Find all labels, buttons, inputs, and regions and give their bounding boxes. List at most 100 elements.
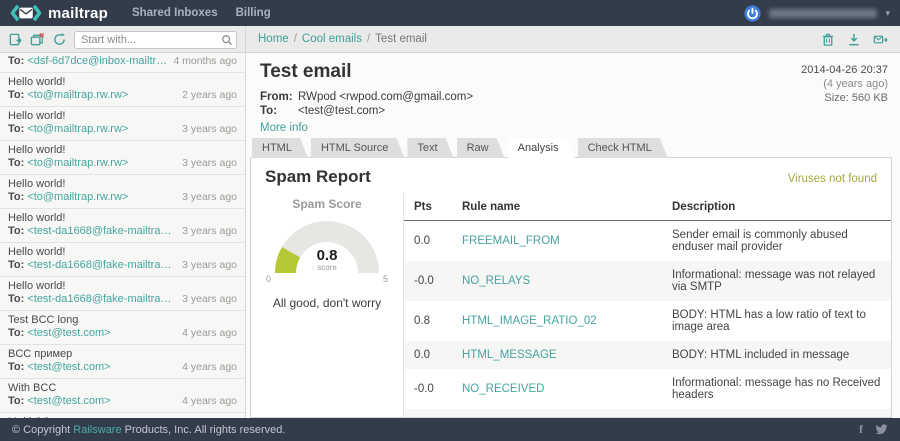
rule-name[interactable]: NO_RECEIVED [452,369,662,409]
email-time: 4 years ago [182,361,237,373]
delete-message-icon[interactable] [821,32,836,47]
rule-name[interactable]: FREEMAIL_FROM [452,221,662,262]
rule-description: T_TO_NO_BRKTS_FREEMAIL [662,409,891,417]
email-list-item[interactable]: With BCC To: <test@test.com> 4 years ago [0,379,245,413]
rule-name[interactable]: HTML_MESSAGE [452,341,662,369]
search-wrap [74,30,237,49]
power-logout-icon[interactable] [744,4,762,22]
email-list: To:<dsf-6d7dce@inbox-mailtrap.rw.rw>4 mo… [0,53,245,418]
rule-row: 0.0 HTML_MESSAGE BODY: HTML included in me… [404,341,891,369]
topnav-item-billing[interactable]: Billing [236,7,271,19]
facebook-icon[interactable]: f [859,422,863,437]
rule-points: 0.8 [414,315,430,327]
rule-name[interactable]: NO_RELAYS [452,261,662,301]
email-list-item[interactable]: Hello world! To: <to@mailtrap.rw.rw> 3 year… [0,141,245,175]
message-header-left: Test email From: RWpod <rwpod.com@gmail.… [260,61,801,136]
topnav-item-shared-inboxes[interactable]: Shared Inboxes [132,7,218,19]
twitter-icon[interactable] [875,424,888,435]
email-list-item[interactable]: Test BCC long To: <test@test.com> 4 years a… [0,311,245,345]
to-label: To: [8,259,25,271]
breadcrumb-home[interactable]: Home [258,33,289,45]
tab-html-source[interactable]: HTML Source [311,138,404,158]
rule-description: Sender email is commonly abused enduser … [672,229,848,253]
message-header: Test email From: RWpod <rwpod.com@gmail.… [250,53,892,138]
email-subject: Hello world! [8,212,66,224]
rule-description: BODY: HTML has a low ratio of text to im… [672,309,866,333]
toolbar-row: Home / Cool emails / Test email [0,26,900,53]
to-label: To: [8,395,25,407]
rule-name[interactable]: T_TO_NO_BRKTS_FREEMAIL [452,409,662,417]
to-label: To: [8,157,25,169]
email-to-row: To:<test-da1668@fake-mailtrap.rw.rw> 3 ye… [8,293,237,306]
download-message-icon[interactable] [847,32,862,47]
rule-description: Informational: message has no Received h… [672,377,881,401]
email-list-item[interactable]: Hello world! To: <test-da1668@fake-mailtra… [0,243,245,277]
tab-text[interactable]: Text [407,138,453,158]
to-label: To: [8,225,25,237]
email-time: 3 years ago [182,123,237,135]
breadcrumb-separator: / [293,33,297,45]
to-label: To: [8,191,25,203]
chevron-down-icon[interactable]: ▾ [885,8,890,19]
email-list-item[interactable]: Hello world! To: <test-da1668@fake-mailtra… [0,209,245,243]
email-to-row: To: <to@mailtrap.rw.rw> 3 years ago [8,123,237,136]
from-value: RWpod <rwpod.com@gmail.com> [298,91,474,103]
email-subject: Test BCC long [8,314,79,326]
more-info-link[interactable]: More info [260,122,308,134]
tab-raw[interactable]: Raw [457,138,505,158]
email-list-item[interactable]: Hello world! To: <test-da1668@fake-mailtra… [0,277,245,311]
email-time: 3 years ago [182,293,237,305]
breadcrumb-separator: / [366,33,371,45]
to-label: To: [8,89,25,101]
email-list-item[interactable]: Hello world! To: <to@mailtrap.rw.rw> 3 year… [0,107,245,141]
email-time: 2 years ago [182,89,237,101]
email-list-item[interactable]: To:<dsf-6d7dce@inbox-mailtrap.rw.rw> 4 mo… [0,53,245,73]
clear-inbox-icon[interactable] [30,32,45,47]
topbar-user-area: ▾ [744,4,890,22]
mark-all-read-icon[interactable] [8,32,23,47]
email-time: 3 years ago [182,259,237,271]
tab-check-html[interactable]: Check HTML [578,138,668,158]
spam-report-title: Spam Report [265,167,371,186]
refresh-icon[interactable] [52,32,67,47]
rule-row: 0.8 HTML_IMAGE_RATIO_02 BODY: HTML has a l… [404,301,891,341]
copyright-text: © Copyright Railsware Products, Inc. All… [12,423,286,436]
forward-email-icon[interactable] [873,32,888,47]
from-label: From: [260,91,293,103]
spam-score-caption: score [317,263,337,272]
from-row: From: RWpod <rwpod.com@gmail.com> [260,90,801,104]
email-to-row: To: <to@mailtrap.rw.rw> 3 years ago [8,157,237,170]
railsware-link[interactable]: Railsware [73,424,121,436]
to-label: To: [8,55,25,67]
analysis-panel: Spam Report Viruses not found Spam Score… [250,157,892,418]
to-label: To: [8,327,25,339]
user-name-redacted[interactable] [769,8,878,18]
tab-html[interactable]: HTML [252,138,308,158]
footer-social: f [859,422,888,437]
email-list-item[interactable]: BCC пример To: <test@test.com> 4 years ago [0,345,245,379]
email-to-row: To: <test@test.com> 4 years ago [8,361,237,374]
email-subject: Hello world! [8,280,66,292]
rule-row: 0.0 FREEMAIL_FROM Sender email is commonly… [404,221,891,262]
spam-rules-header-row: Pts Rule name Description [404,193,891,221]
email-time: 4 months ago [173,55,237,67]
message-subject-title: Test email [260,61,352,82]
search-icon[interactable] [221,33,233,51]
top-navigation-bar: mailtrap Shared Inboxes Billing ▾ [0,0,900,26]
spam-score-gauge: 0.8 score [275,221,379,273]
inbox-toolbar [0,26,246,52]
email-time: 4 years ago [182,395,237,407]
mailtrap-logo[interactable]: mailtrap [10,4,108,22]
tab-analysis[interactable]: Analysis [508,138,575,158]
rule-name[interactable]: HTML_IMAGE_RATIO_02 [452,301,662,341]
search-input[interactable] [74,30,237,49]
spam-rules-table: Pts Rule name Description 0.0 FREEMAIL_FROM… [404,193,891,417]
gauge-hole: 0.8 score [296,242,358,273]
breadcrumb-cool-emails[interactable]: Cool emails [302,33,362,45]
email-to-row: To:<test-da1668@fake-mailtrap.rw.rw> 3 ye… [8,225,237,238]
message-actions [809,32,900,47]
email-list-item[interactable]: Hello world! To: <to@mailtrap.rw.rw> 2 year… [0,73,245,107]
email-list-item[interactable]: Hello world! To: <to@mailtrap.rw.rw> 3 year… [0,175,245,209]
email-to-address: <test@test.com> [27,361,111,373]
to-label: To: [8,361,25,373]
